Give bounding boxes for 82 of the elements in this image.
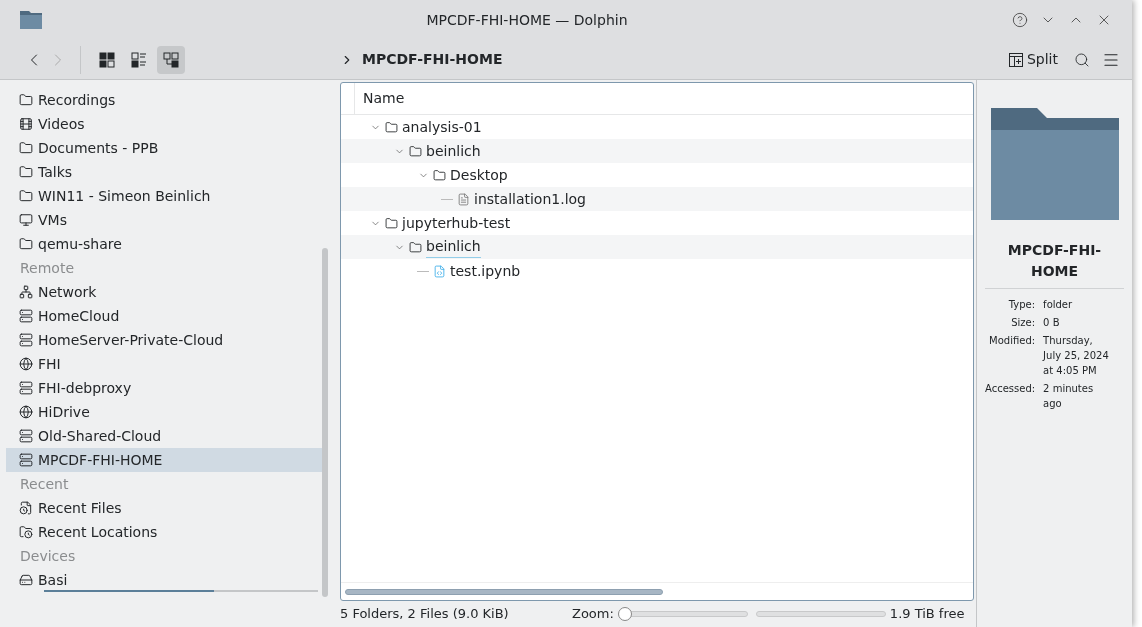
property-label: Size: [1010,316,1036,330]
server-icon [19,453,33,467]
property-label: Type: [1007,298,1036,312]
property-value: folder [1043,298,1074,312]
sidebar-item[interactable]: WIN11 - Simeon Beinlich [6,184,322,208]
recent-folder-icon [19,525,33,539]
property-value: 0 B [1043,316,1061,330]
grid-icon [99,51,115,68]
folder-icon [385,216,398,230]
section-title: Recent [19,474,70,494]
server-icon [19,429,33,443]
tree-icon [163,51,179,68]
sidebar-item[interactable]: qemu-share [6,232,322,256]
folder-name[interactable]: Desktop [450,164,508,186]
sidebar-item[interactable]: Recent Files [6,496,322,520]
text-file-icon [457,192,470,206]
folder-icon [19,165,33,179]
sidebar-item[interactable]: HiDrive [6,400,322,424]
list-icon [131,51,147,68]
folder-name[interactable]: beinlich [426,140,481,162]
folder-icon [19,237,33,251]
sidebar-item[interactable]: VMs [6,208,322,232]
film-icon [19,117,33,131]
folder-name[interactable]: jupyterhub-test [402,212,511,234]
sidebar-item[interactable]: MPCDF-FHI-HOME [6,448,322,472]
globe-icon [19,405,33,419]
sidebar-item[interactable]: Talks [6,160,322,184]
property-label: Modified: [988,334,1036,348]
item-name: MPCDF-FHI-HOME [985,240,1124,289]
sidebar-item[interactable]: Recent Locations [6,520,322,544]
property-label: Accessed: [985,382,1036,396]
folder-icon [19,141,33,155]
view-mode-button[interactable] [157,45,185,74]
zoom-slider[interactable] [617,607,748,621]
help-icon[interactable] [1012,12,1028,28]
notebook-icon [433,264,446,278]
server-icon [19,333,33,347]
drive-icon [19,573,33,587]
column-header[interactable]: Name [355,88,405,109]
property-value: Thursday, July 25, 2024 at 4:05 PM [1043,334,1110,378]
folder-icon [409,240,422,254]
sidebar-item[interactable]: Documents - PPB [6,136,322,160]
folder-icon [20,11,42,29]
sidebar-item[interactable]: FHI [6,352,322,376]
search-icon[interactable] [1074,51,1090,68]
folder-name[interactable]: beinlich [426,236,481,258]
folder-icon [19,189,33,203]
sidebar-item[interactable]: Recordings [6,88,322,112]
section-title: Remote [19,258,76,278]
server-icon [19,381,33,395]
zoom-label: Zoom: [572,605,614,624]
slider-handle[interactable] [617,607,632,621]
folder-icon [990,108,1119,220]
scrollbar[interactable] [322,248,328,597]
property-value: 2 minutes ago [1043,382,1095,411]
status-text: 5 Folders, 2 Files (9.0 KiB) [340,605,510,624]
scrollbar[interactable] [345,588,663,595]
sidebar-item[interactable]: HomeServer-Private-Cloud [6,328,322,352]
split-icon [1008,52,1023,67]
network-icon [19,285,33,299]
breadcrumb[interactable]: MPCDF-FHI-HOME [362,49,503,70]
sidebar-item[interactable]: Old-Shared-Cloud [6,424,322,448]
server-icon [19,309,33,323]
file-name[interactable]: test.ipynb [450,260,521,282]
monitor-icon [19,213,33,227]
globe-icon [19,357,33,371]
folder-icon [409,144,422,158]
sidebar-item[interactable]: FHI-debproxy [6,376,322,400]
folder-icon [433,168,446,182]
sidebar-item[interactable]: Network [6,280,322,304]
file-name[interactable]: installation1.log [474,188,586,210]
window-title: MPCDF-FHI-HOME — Dolphin [425,10,629,30]
folder-name[interactable]: analysis-01 [402,116,482,138]
sidebar-item[interactable]: Videos [6,112,322,136]
folder-icon [385,120,398,134]
split-button[interactable]: Split [1004,49,1062,70]
recent-file-icon [19,501,33,515]
free-space-text: 1.9 TiB free [889,605,965,624]
folder-icon [19,93,33,107]
sidebar-item[interactable]: Basi [6,568,322,592]
section-title: Devices [19,546,77,566]
sidebar-item[interactable]: HomeCloud [6,304,322,328]
